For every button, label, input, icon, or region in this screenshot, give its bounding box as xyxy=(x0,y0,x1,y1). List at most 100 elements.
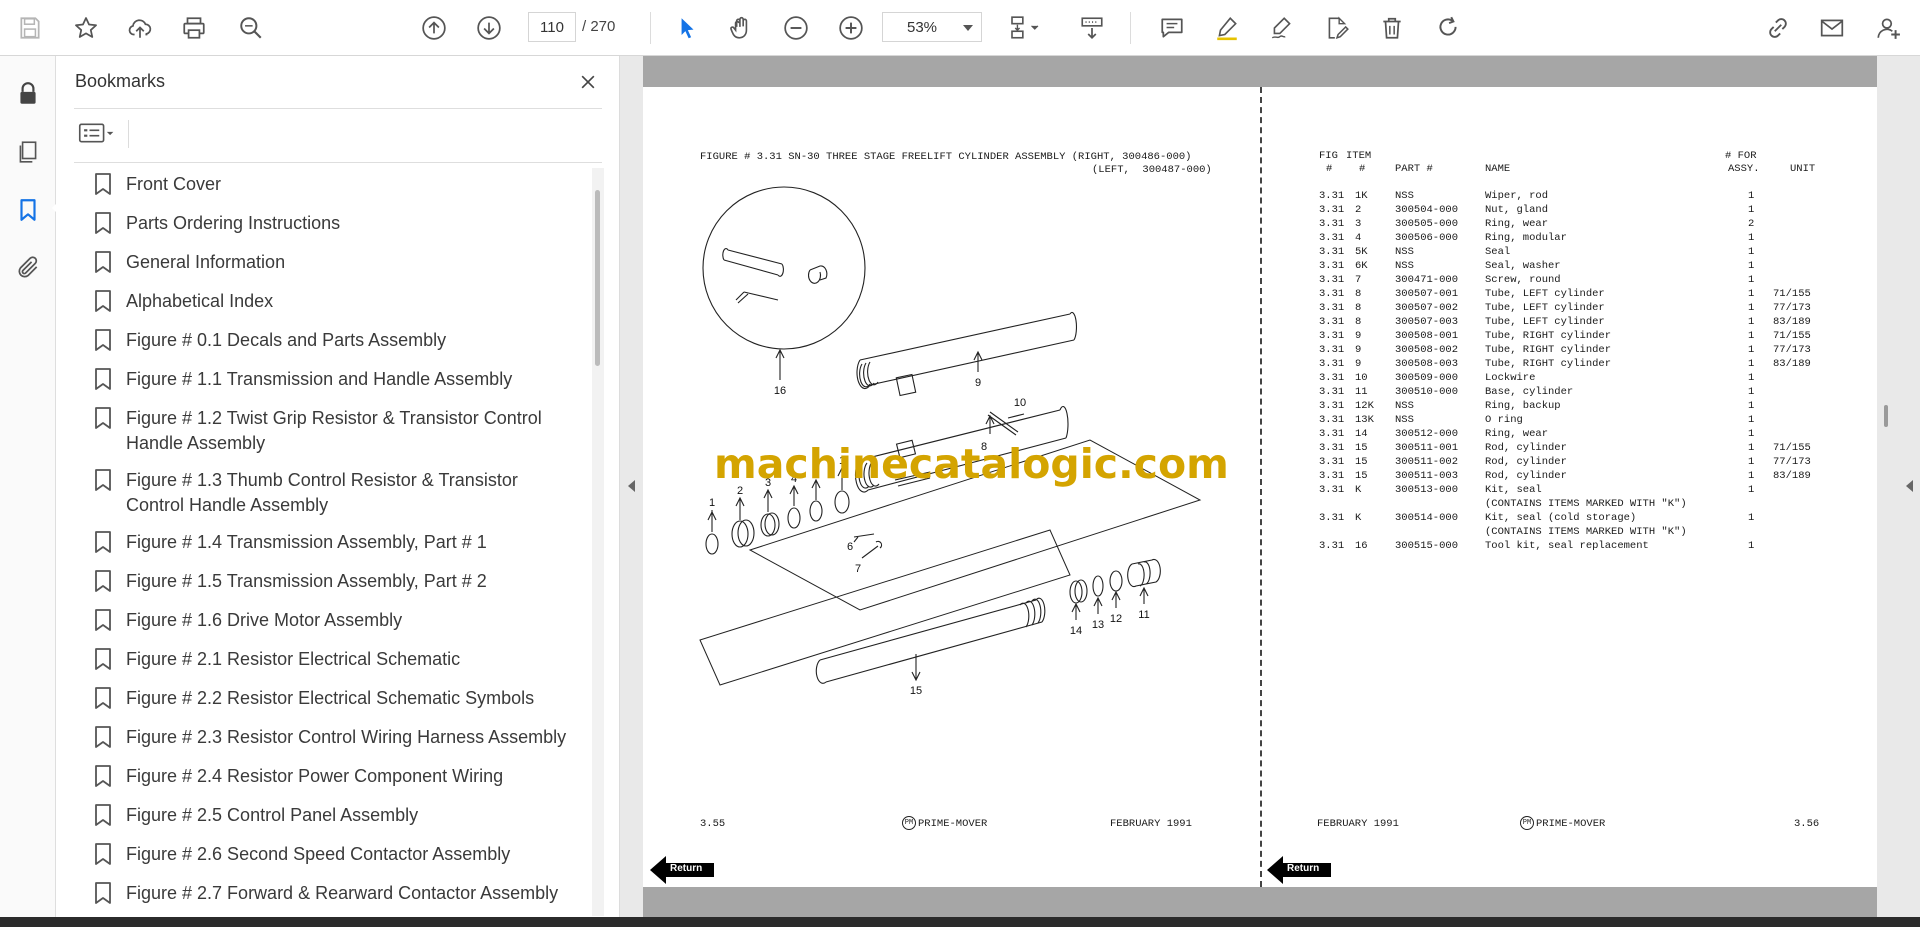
bookmark-item[interactable]: Figure # 2.1 Resistor Electrical Schemat… xyxy=(76,641,586,680)
bookmark-label: Figure # 2.5 Control Panel Assembly xyxy=(126,805,419,825)
share-link-icon[interactable] xyxy=(1760,10,1796,46)
bookmark-item[interactable]: Figure # 1.4 Transmission Assembly, Part… xyxy=(76,524,586,563)
cell-quantity: 1 xyxy=(1748,428,1755,440)
bookmark-item[interactable]: Figure # 2.4 Resistor Power Component Wi… xyxy=(76,758,586,797)
document-scrollbar-thumb[interactable] xyxy=(1884,405,1888,427)
delete-trash-icon[interactable] xyxy=(1374,10,1410,46)
bookmark-label: General Information xyxy=(126,252,286,272)
cell-part-number: 300511-001 xyxy=(1395,442,1459,454)
close-panel-button[interactable] xyxy=(574,68,602,96)
zoom-level-select[interactable]: 53% xyxy=(882,12,982,42)
cell-quantity: 1 xyxy=(1748,512,1755,524)
upload-cloud-icon[interactable] xyxy=(122,10,158,46)
chevron-down-icon xyxy=(963,25,973,31)
highlight-pen-icon[interactable] xyxy=(1209,10,1245,46)
cell-fig: 3.31 xyxy=(1319,316,1345,328)
bookmark-item[interactable]: Figure # 2.5 Control Panel Assembly xyxy=(76,797,586,836)
tool-kit-sleeve xyxy=(722,248,784,277)
return-button-left[interactable]: Return xyxy=(650,856,714,884)
rotate-redo-icon[interactable] xyxy=(1430,10,1466,46)
cell-fig: 3.31 xyxy=(1319,372,1345,384)
bookmark-options-button[interactable] xyxy=(76,118,122,148)
header-name: NAME xyxy=(1485,163,1511,175)
cell-fig: 3.31 xyxy=(1319,414,1345,426)
cell-name: Ring, wear xyxy=(1485,428,1549,440)
cell-quantity: 1 xyxy=(1748,372,1755,384)
page-total-label: / 270 xyxy=(582,18,616,35)
attachments-paperclip-icon[interactable] xyxy=(12,252,44,284)
cell-item: 9 xyxy=(1355,344,1362,356)
page-thumbnails-icon[interactable] xyxy=(12,136,44,168)
comment-icon[interactable] xyxy=(1154,10,1190,46)
cell-name: Seal, washer xyxy=(1485,260,1561,272)
select-cursor-icon[interactable] xyxy=(669,10,705,46)
save-icon[interactable] xyxy=(12,10,48,46)
ring-12 xyxy=(1109,570,1123,592)
bookmark-label: Figure # 2.1 Resistor Electrical Schemat… xyxy=(126,649,461,669)
draw-sign-icon[interactable] xyxy=(1264,10,1300,46)
bookmark-item[interactable]: Figure # 1.3 Thumb Control Resistor & Tr… xyxy=(76,462,586,524)
scroll-mode-icon[interactable] xyxy=(1074,10,1110,46)
cell-fig: 3.31 xyxy=(1319,288,1345,300)
cell-unit: 77/173 xyxy=(1773,456,1811,468)
zoom-in-icon[interactable] xyxy=(833,10,869,46)
bookmark-ribbon-icon xyxy=(95,407,111,429)
bookmark-item[interactable]: Figure # 1.1 Transmission and Handle Ass… xyxy=(76,361,586,400)
bookmark-item[interactable]: Figure # 2.6 Second Speed Contactor Asse… xyxy=(76,836,586,875)
print-icon[interactable] xyxy=(176,10,212,46)
bookmark-scrollbar[interactable] xyxy=(592,168,604,916)
search-zoom-icon[interactable] xyxy=(233,10,269,46)
cell-quantity: 1 xyxy=(1748,456,1755,468)
bookmark-item[interactable]: Figure # 1.2 Twist Grip Resistor & Trans… xyxy=(76,400,586,462)
cell-part-number: 300507-001 xyxy=(1395,288,1459,300)
cell-unit: 77/173 xyxy=(1773,302,1811,314)
star-bookmark-icon[interactable] xyxy=(68,10,104,46)
lock-security-icon[interactable] xyxy=(12,78,44,110)
page-display-icon[interactable] xyxy=(1002,10,1048,46)
account-user-icon[interactable] xyxy=(1870,10,1906,46)
ring-4 xyxy=(787,507,801,529)
collapse-left-arrow-icon[interactable] xyxy=(628,480,635,492)
page-number-input[interactable] xyxy=(528,12,576,42)
hand-pan-icon[interactable] xyxy=(723,10,759,46)
callout-label: 7 xyxy=(855,563,861,575)
header-fig-number: # xyxy=(1326,163,1333,175)
previous-page-icon[interactable] xyxy=(416,10,452,46)
bookmark-item[interactable]: Figure # 2.7 Forward & Rearward Contacto… xyxy=(76,875,586,914)
cell-fig: 3.31 xyxy=(1319,400,1345,412)
bookmark-item[interactable]: Front Cover xyxy=(76,166,586,205)
scrollbar-thumb[interactable] xyxy=(595,190,600,366)
cell-quantity: 1 xyxy=(1748,302,1755,314)
cell-name: Rod, cylinder xyxy=(1485,442,1567,454)
brand-logo: PM xyxy=(902,816,916,830)
cell-item: 9 xyxy=(1355,330,1362,342)
bookmark-label: Figure # 0.1 Decals and Parts Assembly xyxy=(126,330,447,350)
cell-item: 5K xyxy=(1355,246,1368,258)
cell-name: Kit, seal (cold storage) xyxy=(1485,512,1637,524)
bookmark-item[interactable]: Alphabetical Index xyxy=(76,283,586,322)
bookmark-item[interactable]: Figure # 0.1 Decals and Parts Assembly xyxy=(76,322,586,361)
bookmark-item[interactable]: Figure # 2.2 Resistor Electrical Schemat… xyxy=(76,680,586,719)
header-item-number: # xyxy=(1359,163,1366,175)
edit-text-icon[interactable] xyxy=(1319,10,1355,46)
bookmarks-icon[interactable] xyxy=(12,194,44,226)
return-button-right[interactable]: Return xyxy=(1267,856,1331,884)
cell-part-number: 300508-003 xyxy=(1395,358,1459,370)
bookmark-label: Figure # 2.6 Second Speed Contactor Asse… xyxy=(126,844,511,864)
bookmark-item[interactable]: Figure # 2.3 Resistor Control Wiring Har… xyxy=(76,719,586,758)
expand-right-arrow-icon[interactable] xyxy=(1906,480,1913,492)
cell-fig: 3.31 xyxy=(1319,428,1345,440)
bookmark-item[interactable]: Figure # 1.6 Drive Motor Assembly xyxy=(76,602,586,641)
toolbar-divider xyxy=(1130,12,1131,44)
zoom-out-icon[interactable] xyxy=(778,10,814,46)
bookmark-item[interactable]: General Information xyxy=(76,244,586,283)
email-icon[interactable] xyxy=(1814,10,1850,46)
header-item: ITEM xyxy=(1346,150,1372,162)
cell-fig: 3.31 xyxy=(1319,218,1345,230)
bookmark-item[interactable]: Parts Ordering Instructions xyxy=(76,205,586,244)
rod-15 xyxy=(815,597,1046,684)
bookmark-item[interactable]: Figure # 1.5 Transmission Assembly, Part… xyxy=(76,563,586,602)
cell-quantity: 1 xyxy=(1748,484,1755,496)
next-page-icon[interactable] xyxy=(471,10,507,46)
bookmark-label: Figure # 1.6 Drive Motor Assembly xyxy=(126,610,403,630)
